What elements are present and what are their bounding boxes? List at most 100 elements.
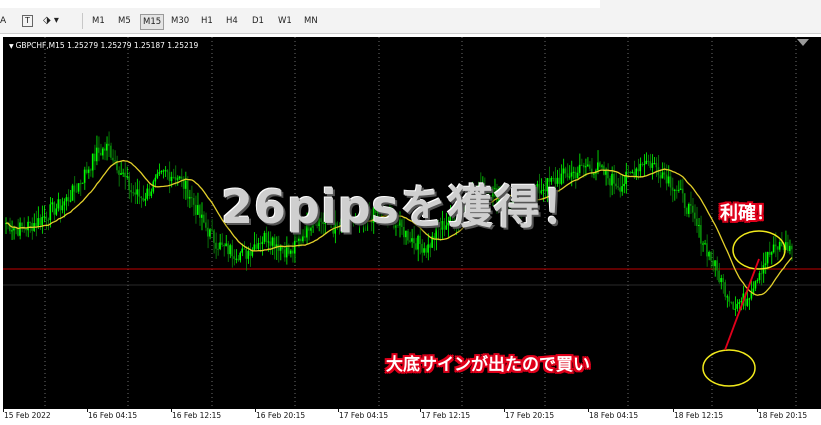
- candle-body: [277, 244, 280, 251]
- candle-body: [73, 185, 76, 192]
- candle-body: [738, 302, 741, 304]
- candle-body: [99, 152, 102, 156]
- timeframe-m5[interactable]: M5: [116, 14, 133, 28]
- candle-body: [698, 225, 700, 227]
- candle-body: [691, 205, 694, 213]
- candle-body: [788, 245, 791, 251]
- candle-body: [101, 148, 104, 156]
- take-profit-circle: [732, 230, 786, 270]
- candle-body: [623, 183, 625, 187]
- candle-body: [112, 157, 114, 161]
- candle-body: [79, 183, 82, 185]
- candle-body: [221, 242, 223, 245]
- timeframe-d1[interactable]: D1: [250, 14, 266, 28]
- candle-body: [43, 216, 46, 218]
- candle-body: [27, 221, 29, 231]
- candle-body: [213, 230, 215, 243]
- candle-body: [710, 251, 712, 261]
- candle-body: [25, 228, 27, 231]
- candle-body: [427, 244, 429, 253]
- candle-body: [267, 241, 270, 243]
- candle-body: [415, 243, 417, 250]
- candle-body: [669, 176, 672, 188]
- candle-body: [588, 164, 591, 169]
- candle-body: [69, 200, 72, 202]
- candle-body: [59, 199, 62, 211]
- candle-body: [609, 178, 611, 186]
- time-axis-label: 18 Feb 20:15: [758, 411, 808, 420]
- candle-body: [736, 303, 739, 309]
- time-axis-label: 18 Feb 04:15: [589, 411, 639, 420]
- candle-body: [160, 170, 163, 173]
- candle-body: [75, 191, 78, 193]
- collapse-triangle-icon[interactable]: ▼: [9, 43, 14, 50]
- candle-body: [126, 176, 128, 178]
- candle-body: [132, 192, 134, 194]
- toolbar-strip: [0, 0, 600, 8]
- candle-body: [19, 222, 21, 236]
- candle-body: [704, 243, 706, 245]
- candle-body: [142, 197, 145, 201]
- candle-body: [229, 245, 231, 255]
- trade-arrow-line: [724, 258, 760, 351]
- chart-toolbar: A T ⬗ ▾ M1 M5 M15 M30 H1 H4 D1 W1 MN: [0, 0, 821, 34]
- candle-body: [271, 237, 274, 246]
- candle-body: [279, 246, 282, 251]
- candle-body: [293, 240, 296, 254]
- candle-body: [15, 228, 17, 230]
- text-label-tool-icon[interactable]: T: [22, 15, 33, 27]
- scroll-marker-icon: [797, 39, 809, 46]
- candle-body: [192, 198, 195, 205]
- candle-body: [211, 229, 213, 231]
- candle-body: [83, 169, 86, 183]
- candle-body: [687, 204, 690, 214]
- candle-body: [580, 164, 583, 166]
- timeframe-m30[interactable]: M30: [169, 14, 191, 28]
- candle-body: [180, 176, 183, 179]
- time-axis-label: 17 Feb 12:15: [421, 411, 471, 420]
- candle-body: [259, 243, 262, 245]
- candle-body: [651, 163, 654, 168]
- timeframe-mn[interactable]: MN: [302, 14, 320, 28]
- timeframe-m15[interactable]: M15: [140, 14, 165, 30]
- text-tool-icon[interactable]: A: [0, 15, 6, 27]
- candle-body: [766, 252, 769, 264]
- candle-body: [41, 217, 43, 226]
- time-axis-label: 17 Feb 20:15: [505, 411, 555, 420]
- candle-body: [611, 173, 613, 186]
- candle-body: [592, 173, 595, 175]
- candle-body: [770, 252, 773, 255]
- candle-body: [597, 162, 599, 171]
- candle-body: [269, 241, 272, 246]
- timeframe-h1[interactable]: H1: [199, 14, 215, 28]
- candle-body: [586, 164, 589, 167]
- candle-body: [720, 278, 722, 283]
- timeframe-w1[interactable]: W1: [276, 14, 294, 28]
- candle-body: [124, 172, 126, 178]
- candle-body: [607, 169, 609, 179]
- candle-body: [584, 166, 587, 168]
- candle-body: [207, 227, 209, 237]
- candle-body: [714, 260, 716, 267]
- candle-body: [726, 296, 728, 298]
- candle-body: [768, 252, 771, 255]
- candle-body: [619, 187, 621, 192]
- candle-body: [209, 229, 211, 237]
- candle-body: [81, 182, 84, 184]
- candle-body: [198, 205, 201, 218]
- price-chart[interactable]: ▼ GBPCHF,M15 1.25279 1.25279 1.25187 1.25…: [3, 37, 821, 409]
- timeframe-m1[interactable]: M1: [90, 14, 107, 28]
- objects-menu-icon[interactable]: ⬗ ▾: [43, 15, 59, 27]
- candle-body: [700, 225, 702, 244]
- timeframe-h4[interactable]: H4: [224, 14, 240, 28]
- candle-body: [144, 198, 147, 201]
- candle-body: [235, 258, 237, 260]
- symbol-info: ▼ GBPCHF,M15 1.25279 1.25279 1.25187 1.25…: [9, 41, 198, 50]
- candle-body: [734, 308, 737, 310]
- candle-body: [120, 173, 122, 175]
- candle-body: [51, 202, 54, 205]
- candle-body: [203, 214, 205, 223]
- candle-body: [150, 191, 153, 196]
- time-axis-label: 16 Feb 04:15: [88, 411, 138, 420]
- candle-body: [681, 188, 684, 194]
